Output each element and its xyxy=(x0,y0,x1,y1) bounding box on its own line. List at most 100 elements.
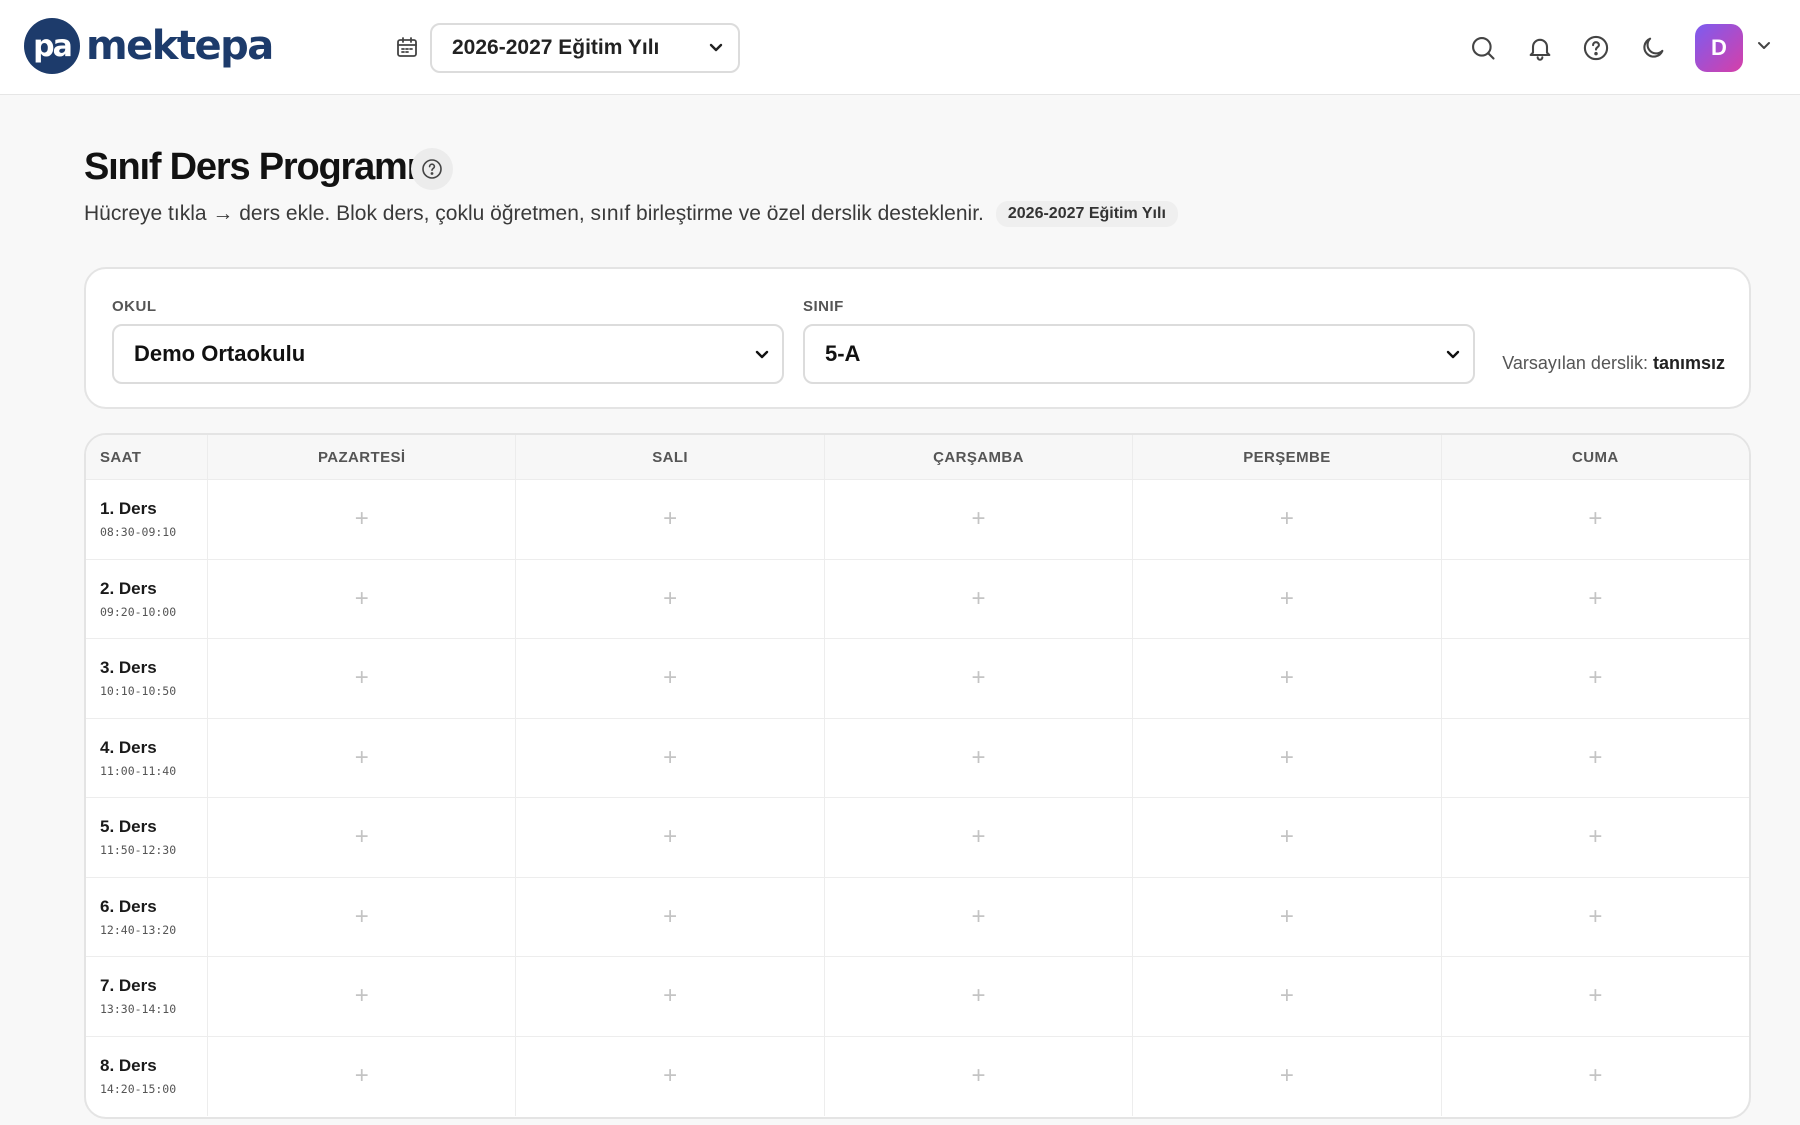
plus-icon: + xyxy=(1588,584,1603,612)
help-icon[interactable] xyxy=(1582,34,1610,62)
add-lesson-slot[interactable]: + xyxy=(1440,480,1749,559)
plus-icon: + xyxy=(663,743,678,771)
plus-icon: + xyxy=(971,584,986,612)
add-lesson-slot[interactable]: + xyxy=(207,957,515,1036)
plus-icon: + xyxy=(971,982,986,1010)
add-lesson-slot[interactable]: + xyxy=(515,480,823,559)
plus-icon: + xyxy=(1588,743,1603,771)
calendar-icon xyxy=(397,37,417,57)
plus-icon: + xyxy=(1588,982,1603,1010)
plus-icon: + xyxy=(1588,664,1603,692)
filter-card: OKUL Demo Ortaokulu SINIF 5-A Varsayılan… xyxy=(84,267,1751,409)
default-room-label: Varsayılan derslik: xyxy=(1502,353,1648,373)
add-lesson-slot[interactable]: + xyxy=(1440,877,1749,956)
user-avatar[interactable]: D xyxy=(1695,24,1743,72)
add-lesson-slot[interactable]: + xyxy=(515,718,823,797)
school-value: Demo Ortaokulu xyxy=(134,341,306,366)
brand-name: mektepa xyxy=(86,23,274,69)
class-value: 5-A xyxy=(825,341,861,366)
time-column-header: SAAT xyxy=(100,448,142,466)
add-lesson-slot[interactable]: + xyxy=(515,1036,823,1116)
timetable-row: 6. Ders 12:40-13:20 + + + + + xyxy=(86,877,1749,957)
search-icon[interactable] xyxy=(1469,34,1497,62)
add-lesson-slot[interactable]: + xyxy=(207,1036,515,1116)
add-lesson-slot[interactable]: + xyxy=(823,798,1132,877)
add-lesson-slot[interactable]: + xyxy=(823,639,1132,718)
add-lesson-slot[interactable]: + xyxy=(1132,798,1440,877)
add-lesson-slot[interactable]: + xyxy=(823,559,1132,638)
add-lesson-slot[interactable]: + xyxy=(1132,639,1440,718)
add-lesson-slot[interactable]: + xyxy=(1440,718,1749,797)
plus-icon: + xyxy=(1279,1062,1294,1090)
plus-icon: + xyxy=(1279,584,1294,612)
period-name: 3. Ders xyxy=(100,658,157,678)
timetable-row: 5. Ders 11:50-12:30 + + + + + xyxy=(86,798,1749,878)
logo-mark-text: pa xyxy=(33,28,73,64)
add-lesson-slot[interactable]: + xyxy=(1132,957,1440,1036)
chevron-down-icon[interactable] xyxy=(1756,38,1772,54)
class-select[interactable]: 5-A xyxy=(803,324,1475,384)
school-select[interactable]: Demo Ortaokulu xyxy=(112,324,784,384)
add-lesson-slot[interactable]: + xyxy=(1440,798,1749,877)
plus-icon: + xyxy=(971,743,986,771)
period-cell: 4. Ders 11:00-11:40 xyxy=(86,719,207,798)
add-lesson-slot[interactable]: + xyxy=(823,1036,1132,1116)
period-name: 5. Ders xyxy=(100,817,157,837)
plus-icon: + xyxy=(1279,743,1294,771)
add-lesson-slot[interactable]: + xyxy=(515,559,823,638)
plus-icon: + xyxy=(971,902,986,930)
moon-icon[interactable] xyxy=(1639,34,1667,62)
add-lesson-slot[interactable]: + xyxy=(1440,639,1749,718)
add-lesson-slot[interactable]: + xyxy=(207,877,515,956)
period-cell: 5. Ders 11:50-12:30 xyxy=(86,798,207,877)
plus-icon: + xyxy=(354,505,369,533)
add-lesson-slot[interactable]: + xyxy=(1132,718,1440,797)
subtitle-text: Hücreye tıkla → ders ekle. Blok ders, ço… xyxy=(84,202,984,225)
add-lesson-slot[interactable]: + xyxy=(1132,1036,1440,1116)
add-lesson-slot[interactable]: + xyxy=(207,559,515,638)
class-label: SINIF xyxy=(803,298,844,315)
add-lesson-slot[interactable]: + xyxy=(1440,957,1749,1036)
plus-icon: + xyxy=(971,505,986,533)
bell-icon[interactable] xyxy=(1526,34,1554,62)
add-lesson-slot[interactable]: + xyxy=(207,639,515,718)
add-lesson-slot[interactable]: + xyxy=(823,957,1132,1036)
period-time: 14:20-15:00 xyxy=(100,1082,177,1097)
add-lesson-slot[interactable]: + xyxy=(515,957,823,1036)
plus-icon: + xyxy=(663,902,678,930)
add-lesson-slot[interactable]: + xyxy=(515,798,823,877)
add-lesson-slot[interactable]: + xyxy=(1132,877,1440,956)
period-cell: 1. Ders 08:30-09:10 xyxy=(86,480,207,559)
period-cell: 6. Ders 12:40-13:20 xyxy=(86,878,207,957)
add-lesson-slot[interactable]: + xyxy=(823,877,1132,956)
period-name: 1. Ders xyxy=(100,499,157,519)
timetable-row: 2. Ders 09:20-10:00 + + + + + xyxy=(86,559,1749,639)
plus-icon: + xyxy=(1588,1062,1603,1090)
default-room-value: tanımsız xyxy=(1652,353,1725,373)
period-time: 12:40-13:20 xyxy=(100,922,177,937)
logo[interactable]: pa mektepa xyxy=(24,18,274,74)
add-lesson-slot[interactable]: + xyxy=(823,480,1132,559)
add-lesson-slot[interactable]: + xyxy=(207,480,515,559)
help-icon xyxy=(422,159,442,179)
page-help-button[interactable] xyxy=(411,148,453,190)
period-time: 09:20-10:00 xyxy=(100,604,177,619)
add-lesson-slot[interactable]: + xyxy=(515,877,823,956)
timetable-header: SAAT PAZARTESİ SALI ÇARŞAMBA PERŞEMBE CU… xyxy=(86,435,1749,480)
period-cell: 2. Ders 09:20-10:00 xyxy=(86,560,207,639)
day-header: CUMA xyxy=(1440,435,1749,479)
day-header: PERŞEMBE xyxy=(1132,435,1440,479)
period-name: 6. Ders xyxy=(100,896,157,916)
add-lesson-slot[interactable]: + xyxy=(823,718,1132,797)
academic-year-select[interactable]: 2026-2027 Eğitim Yılı xyxy=(430,23,740,73)
add-lesson-slot[interactable]: + xyxy=(1440,1036,1749,1116)
add-lesson-slot[interactable]: + xyxy=(515,639,823,718)
timetable-body: 1. Ders 08:30-09:10 + + + + +2. Ders 09:20-10:0… xyxy=(86,480,1749,1116)
academic-year-value: 2026-2027 Eğitim Yılı xyxy=(452,36,660,59)
timetable-row: 7. Ders 13:30-14:10 + + + + + xyxy=(86,957,1749,1037)
add-lesson-slot[interactable]: + xyxy=(1132,480,1440,559)
add-lesson-slot[interactable]: + xyxy=(1440,559,1749,638)
add-lesson-slot[interactable]: + xyxy=(207,798,515,877)
add-lesson-slot[interactable]: + xyxy=(1132,559,1440,638)
add-lesson-slot[interactable]: + xyxy=(207,718,515,797)
